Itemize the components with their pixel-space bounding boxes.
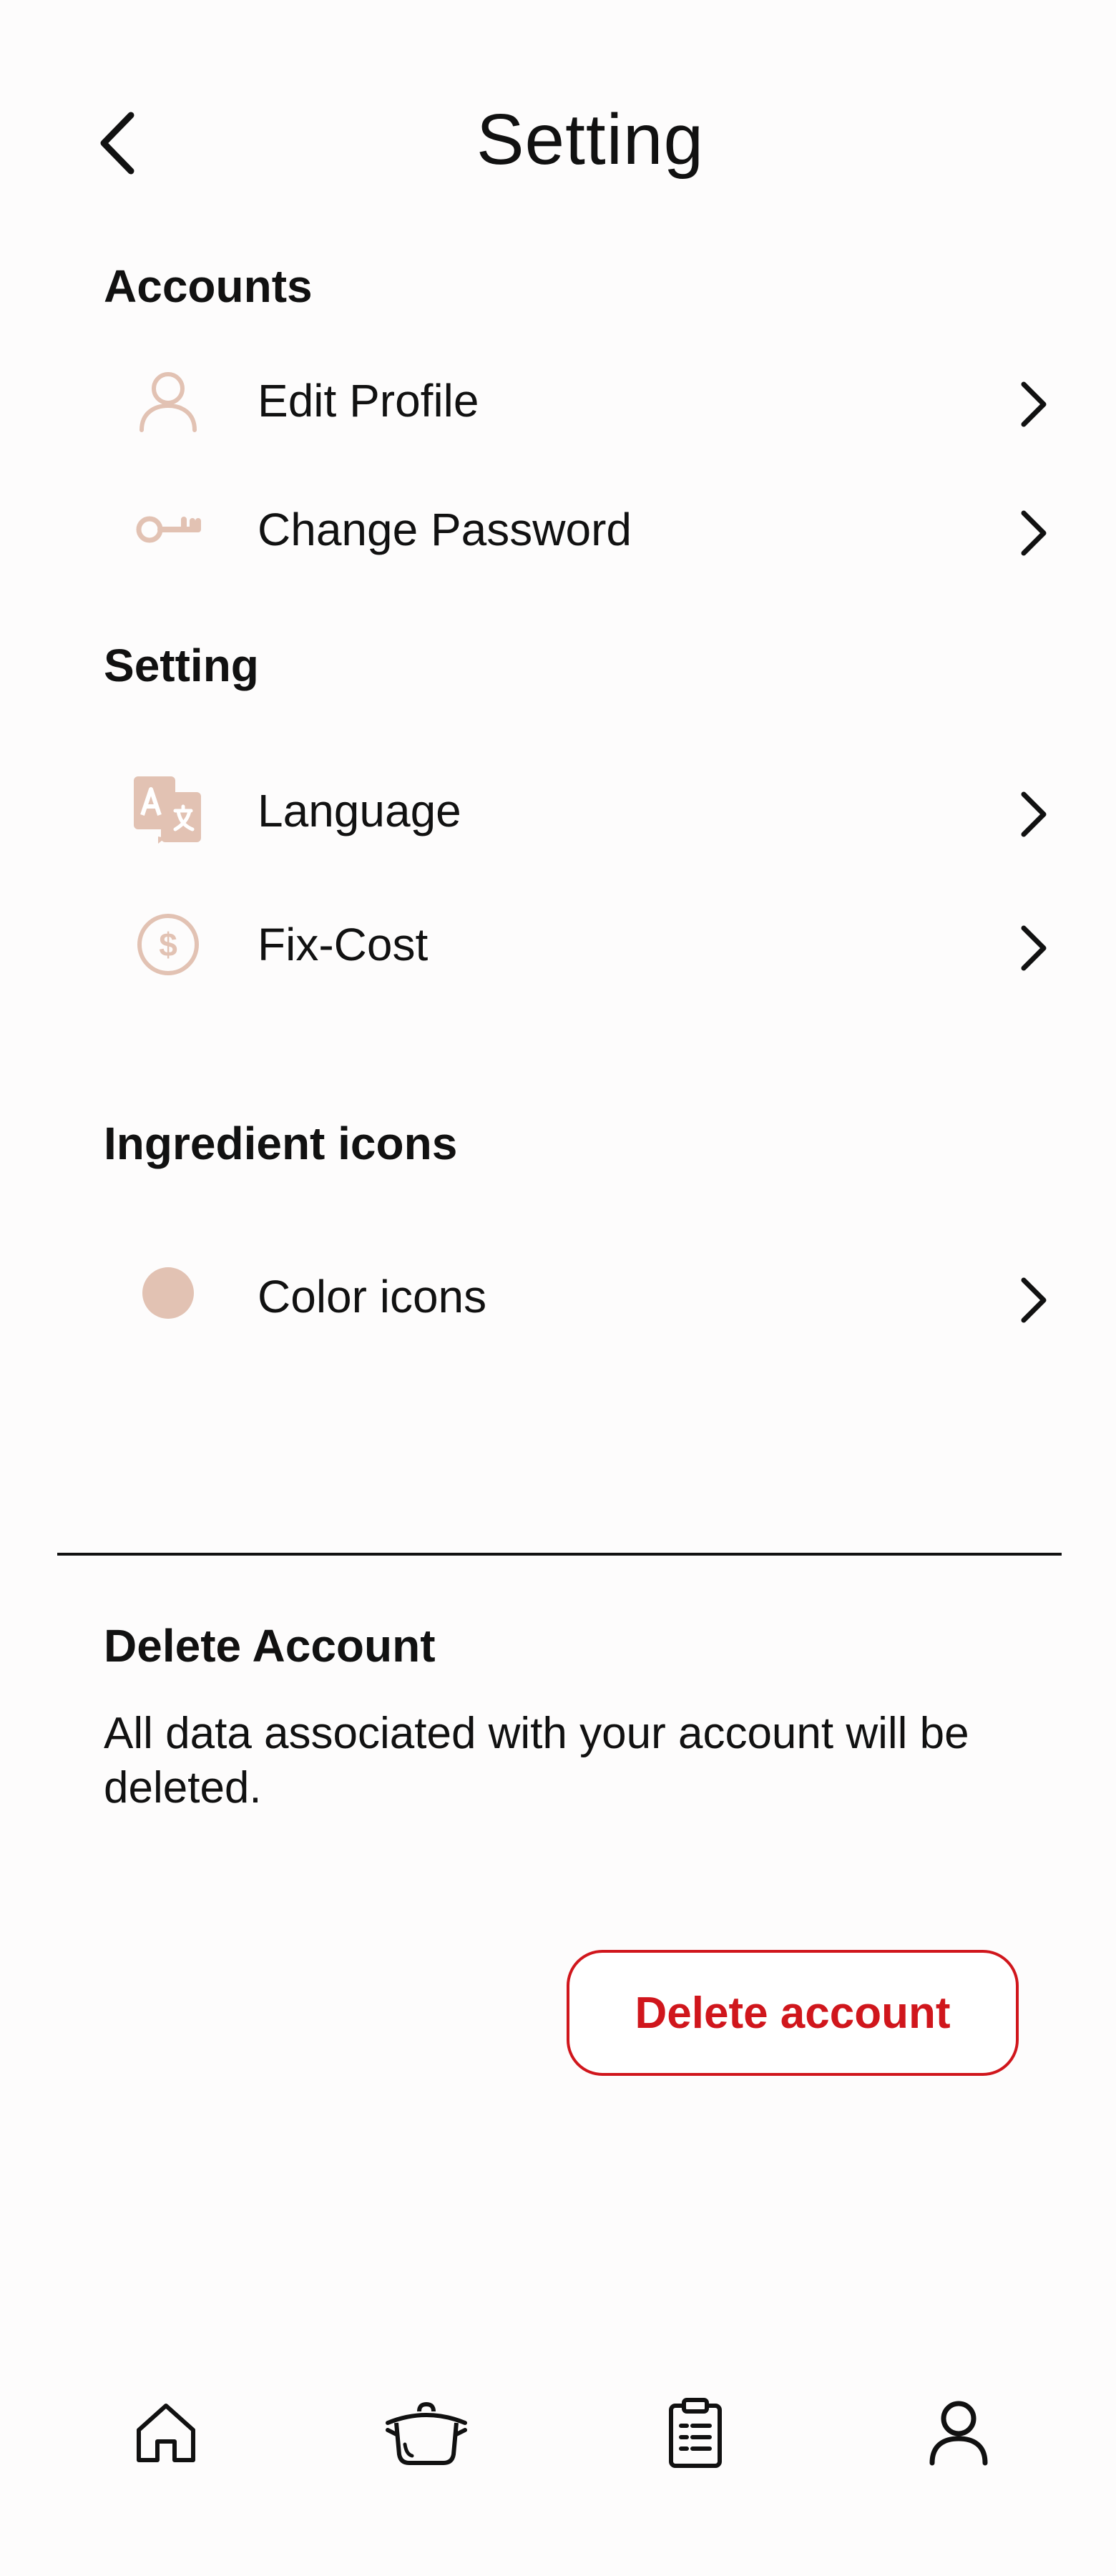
section-title-accounts: Accounts — [104, 260, 313, 312]
nav-list[interactable] — [645, 2383, 745, 2483]
pot-icon — [386, 2401, 467, 2465]
translate-icon — [132, 775, 204, 847]
menu-item-color-icons[interactable]: Color icons — [104, 1243, 1055, 1350]
nav-home[interactable] — [116, 2383, 216, 2483]
menu-item-language[interactable]: Language — [104, 757, 1055, 864]
menu-item-edit-profile[interactable]: Edit Profile — [104, 347, 1055, 454]
nav-cooking[interactable] — [376, 2383, 476, 2483]
delete-account-description: All data associated with your account wi… — [104, 1709, 969, 1813]
svg-text:$: $ — [159, 926, 177, 963]
section-title-ingredient-icons: Ingredient icons — [104, 1118, 458, 1169]
menu-item-label: Fix-Cost — [258, 919, 429, 970]
chevron-right-icon — [1012, 379, 1055, 429]
color-dot-icon — [132, 1257, 204, 1329]
user-icon — [132, 365, 204, 436]
section-divider — [57, 1553, 1062, 1556]
delete-account-button[interactable]: Delete account — [567, 1950, 1019, 2076]
chevron-right-icon — [1012, 923, 1055, 973]
chevron-right-icon — [1012, 1275, 1055, 1325]
dollar-icon: $ — [132, 909, 204, 980]
chevron-right-icon — [1012, 508, 1055, 558]
key-icon — [132, 494, 204, 565]
menu-item-label: Color icons — [258, 1271, 487, 1322]
menu-item-label: Language — [258, 785, 461, 836]
chevron-right-icon — [1012, 789, 1055, 839]
menu-item-fix-cost[interactable]: $ Fix-Cost — [104, 891, 1055, 998]
clipboard-icon — [669, 2398, 722, 2468]
menu-item-change-password[interactable]: Change Password — [104, 476, 1055, 583]
section-title-setting: Setting — [104, 640, 259, 691]
delete-account-title: Delete Account — [104, 1620, 436, 1672]
menu-item-label: Edit Profile — [258, 375, 479, 426]
nav-profile[interactable] — [909, 2383, 1009, 2483]
bottom-navigation — [0, 2383, 1116, 2526]
page-title: Setting — [476, 99, 705, 180]
profile-icon — [929, 2401, 988, 2466]
menu-item-label: Change Password — [258, 504, 632, 555]
home-icon — [137, 2404, 195, 2462]
